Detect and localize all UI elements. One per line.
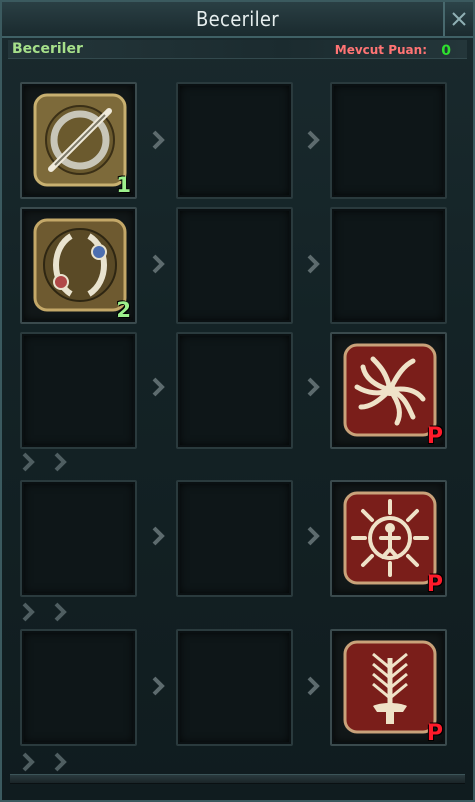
skill-slot-empty[interactable] [176,207,293,324]
section-title: Beceriler [12,41,83,57]
slash-medallion-icon [33,93,127,187]
passive-badge: P [426,721,443,746]
chevron-right-icon [307,130,320,150]
skill-slot-empty[interactable] [176,629,293,746]
chevron-right-icon [307,377,320,397]
skill-slot[interactable]: 2 [20,207,137,324]
bottom-border [10,774,465,784]
sword-feathers-icon [343,640,437,734]
skill-slot[interactable]: P [330,480,447,597]
skill-slot-empty[interactable] [20,480,137,597]
skill-slot[interactable]: P [330,332,447,449]
close-button[interactable] [443,2,473,36]
skill-slot-empty[interactable] [176,82,293,199]
skill-slot-empty[interactable] [20,332,137,449]
chevron-right-icon [152,377,165,397]
chevron-right-icon [152,254,165,274]
double-chevron-icon [22,752,67,772]
skill-slot-empty[interactable] [330,82,447,199]
skill-slot-empty[interactable] [330,207,447,324]
title-bar[interactable]: Beceriler [2,2,473,38]
twin-orbs-medallion-icon [33,218,127,312]
skill-level-badge: 1 [116,173,131,197]
skill-slot[interactable]: P [330,629,447,746]
chevron-right-icon [307,676,320,696]
available-points-label: Mevcut Puan: [334,43,427,57]
window-title: Beceriler [196,7,279,31]
skill-slot-empty[interactable] [20,629,137,746]
skills-window: Beceriler Beceriler Mevcut Puan: 0 1 2 P… [0,0,475,802]
chevron-right-icon [152,676,165,696]
chevron-right-icon [152,526,165,546]
chevron-right-icon [307,526,320,546]
double-chevron-icon [22,602,67,622]
available-points-value: 0 [441,43,451,59]
passive-badge: P [426,424,443,449]
chevron-right-icon [152,130,165,150]
chevron-right-icon [307,254,320,274]
passive-badge: P [426,572,443,597]
skill-level-badge: 2 [116,298,131,322]
skill-slot-empty[interactable] [176,332,293,449]
close-icon [452,12,466,26]
skills-header: Beceriler Mevcut Puan: 0 [8,40,467,59]
skill-slot-empty[interactable] [176,480,293,597]
radiant-figure-icon [343,491,437,585]
double-chevron-icon [22,452,67,472]
whirlwind-blades-icon [343,343,437,437]
skill-slot[interactable]: 1 [20,82,137,199]
